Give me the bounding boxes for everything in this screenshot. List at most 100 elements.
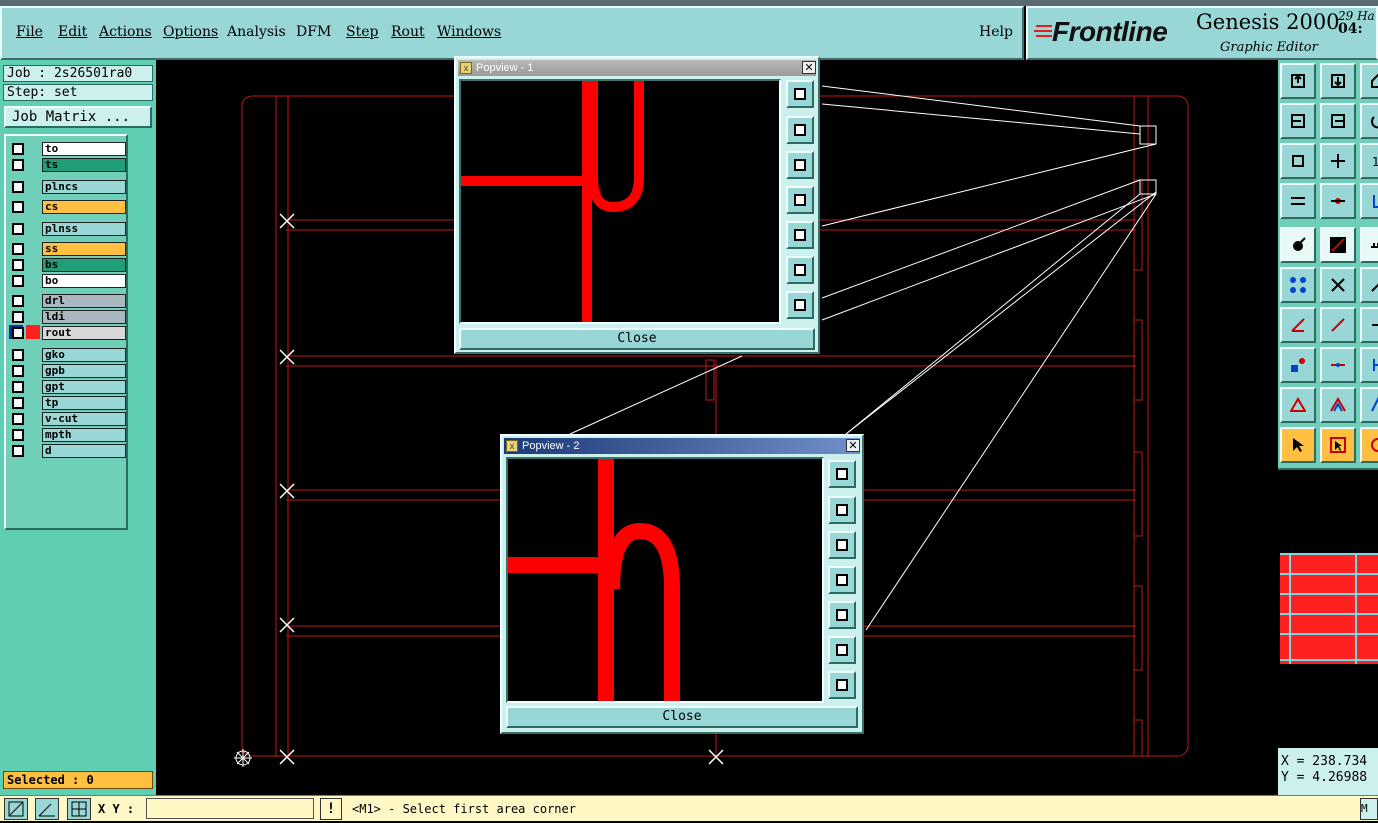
zoom-fit-button[interactable] bbox=[786, 80, 814, 108]
snap-right-button[interactable] bbox=[1320, 103, 1356, 139]
layer-row-plnss[interactable]: plnss bbox=[8, 222, 126, 236]
menu-edit[interactable]: Edit bbox=[58, 24, 87, 40]
layer-name[interactable]: gpt bbox=[42, 380, 126, 394]
layer-row-mpth[interactable]: mpth bbox=[8, 428, 126, 442]
layer-name[interactable]: gpb bbox=[42, 364, 126, 378]
popview-2-close-button[interactable]: Close bbox=[506, 706, 858, 728]
pan-right-button[interactable] bbox=[828, 601, 856, 629]
layer-row-tp[interactable]: tp bbox=[8, 396, 126, 410]
layer-checkbox[interactable] bbox=[12, 381, 24, 393]
midpoint-button[interactable] bbox=[1320, 347, 1356, 383]
grid-button[interactable] bbox=[67, 798, 91, 820]
pan-right-button[interactable] bbox=[786, 221, 814, 249]
popview-2-titlebar[interactable]: x Popview - 2 bbox=[504, 438, 860, 454]
triangle-tool-button[interactable] bbox=[1280, 387, 1316, 423]
layer-row-v-cut[interactable]: v-cut bbox=[8, 412, 126, 426]
layer-name[interactable]: ss bbox=[42, 242, 126, 256]
layer-row-plncs[interactable]: plncs bbox=[8, 180, 126, 194]
line-tool-button[interactable] bbox=[1360, 267, 1378, 303]
angle-tool-button[interactable] bbox=[1280, 307, 1316, 343]
zoom-home-button[interactable] bbox=[1280, 143, 1316, 179]
select-pointer-button[interactable] bbox=[1280, 427, 1316, 463]
zoom-in-button[interactable] bbox=[786, 256, 814, 284]
layer-checkbox[interactable] bbox=[12, 275, 24, 287]
layer-checkbox[interactable] bbox=[12, 143, 24, 155]
zoom-area-button[interactable] bbox=[4, 798, 28, 820]
xy-input[interactable] bbox=[146, 798, 314, 819]
layer-row-to[interactable]: to bbox=[8, 142, 126, 156]
layer-row-bo[interactable]: bo bbox=[8, 274, 126, 288]
window-menu-icon[interactable]: x bbox=[506, 440, 518, 452]
menu-actions[interactable]: Actions bbox=[99, 24, 152, 40]
layer-name[interactable]: mpth bbox=[42, 428, 126, 442]
layer-name[interactable]: d bbox=[42, 444, 126, 458]
layer-name[interactable]: bo bbox=[42, 274, 126, 288]
snap-left-button[interactable] bbox=[1280, 103, 1316, 139]
menu-windows[interactable]: Windows bbox=[437, 24, 501, 40]
menu-dfm[interactable]: DFM bbox=[296, 24, 331, 40]
layer-row-ss[interactable]: ss bbox=[8, 242, 126, 256]
layer-checkbox[interactable] bbox=[12, 311, 24, 323]
overview-minimap[interactable] bbox=[1278, 468, 1378, 748]
peak-tool-button[interactable] bbox=[1320, 387, 1356, 423]
layer-name[interactable]: ts bbox=[42, 158, 126, 172]
pan-down-button[interactable] bbox=[786, 151, 814, 179]
menu-analysis[interactable]: Analysis bbox=[227, 24, 286, 40]
pan-down-button[interactable] bbox=[828, 531, 856, 559]
layer-checkbox[interactable] bbox=[12, 365, 24, 377]
ruler-button[interactable] bbox=[1360, 227, 1378, 263]
popview-1-titlebar[interactable]: x Popview - 1 bbox=[458, 60, 816, 76]
popview-1-close-button[interactable]: Close bbox=[459, 328, 815, 350]
select-circle-button[interactable] bbox=[1360, 427, 1378, 463]
layer-checkbox[interactable] bbox=[12, 223, 24, 235]
layer-checkbox[interactable] bbox=[12, 445, 24, 457]
rotate-button[interactable] bbox=[1360, 103, 1378, 139]
edge-button[interactable] bbox=[1360, 347, 1378, 383]
layer-row-d[interactable]: d bbox=[8, 444, 126, 458]
zoom-fit-button[interactable] bbox=[828, 460, 856, 488]
snap-pad-button[interactable] bbox=[1280, 347, 1316, 383]
layer-row-gpb[interactable]: gpb bbox=[8, 364, 126, 378]
layer-name[interactable]: tp bbox=[42, 396, 126, 410]
close-icon[interactable]: ✕ bbox=[846, 439, 860, 452]
connect-tool-button[interactable] bbox=[1320, 183, 1356, 219]
layer-checkbox[interactable] bbox=[12, 243, 24, 255]
warning-button[interactable]: ! bbox=[320, 798, 342, 820]
menu-options[interactable]: Options bbox=[163, 24, 218, 40]
layer-name[interactable]: plnss bbox=[42, 222, 126, 236]
layer-row-gko[interactable]: gko bbox=[8, 348, 126, 362]
layer-name[interactable]: v-cut bbox=[42, 412, 126, 426]
layer-name[interactable]: rout bbox=[42, 326, 126, 340]
job-matrix-button[interactable]: Job Matrix ... bbox=[4, 106, 152, 128]
cross-tool-button[interactable] bbox=[1320, 267, 1356, 303]
layer-checkbox[interactable] bbox=[12, 413, 24, 425]
layer-checkbox[interactable] bbox=[12, 159, 24, 171]
layer-row-drl[interactable]: drl bbox=[8, 294, 126, 308]
edit-feature-button[interactable] bbox=[1320, 227, 1356, 263]
layer-checkbox[interactable] bbox=[12, 295, 24, 307]
mouse-mode-button[interactable]: M bbox=[1360, 798, 1378, 820]
pan-left-button[interactable] bbox=[828, 566, 856, 594]
snap-bottom-button[interactable] bbox=[1320, 63, 1356, 99]
pad-tool-button[interactable] bbox=[1280, 267, 1316, 303]
menu-help[interactable]: Help bbox=[979, 24, 1013, 40]
layer-name[interactable]: to bbox=[42, 142, 126, 156]
pan-up-button[interactable] bbox=[786, 116, 814, 144]
layer-name[interactable]: bs bbox=[42, 258, 126, 272]
layer-checkbox[interactable] bbox=[12, 201, 24, 213]
zoom-fit-button[interactable] bbox=[1320, 143, 1356, 179]
popview-1-view[interactable] bbox=[459, 79, 781, 324]
layer-name[interactable]: gko bbox=[42, 348, 126, 362]
snap-top-button[interactable] bbox=[1280, 63, 1316, 99]
layer-name[interactable]: cs bbox=[42, 200, 126, 214]
menu-rout[interactable]: Rout bbox=[391, 24, 425, 40]
layer-name[interactable]: ldi bbox=[42, 310, 126, 324]
layer-checkbox[interactable] bbox=[12, 349, 24, 361]
menu-step[interactable]: Step bbox=[346, 24, 378, 40]
layer-row-ldi[interactable]: ldi bbox=[8, 310, 126, 324]
slash-tool-button[interactable] bbox=[1320, 307, 1356, 343]
scale-button[interactable]: 1: bbox=[1360, 143, 1378, 179]
layer-checkbox[interactable] bbox=[12, 259, 24, 271]
add-feature-button[interactable] bbox=[1280, 227, 1316, 263]
zoom-in-button[interactable] bbox=[828, 636, 856, 664]
